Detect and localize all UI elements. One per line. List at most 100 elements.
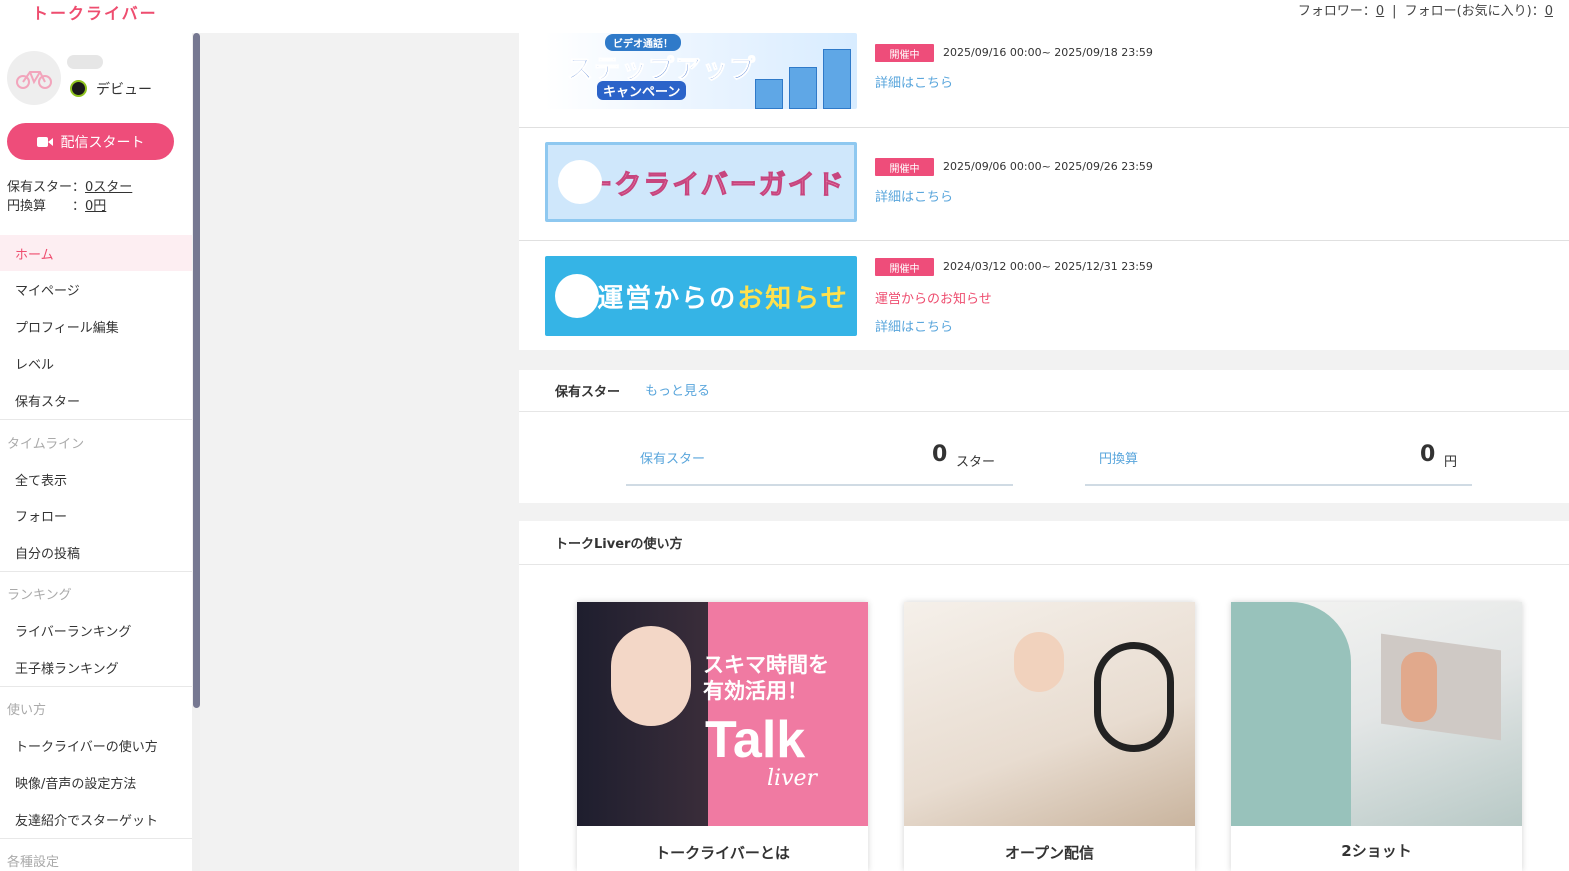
campaign-divider xyxy=(519,127,1569,128)
banner-title: 運営からのお知らせ xyxy=(597,278,849,315)
campaign-detail-link[interactable]: 詳細はこちら xyxy=(875,72,953,91)
sidebar: デビュー 配信スタート 保有スター：0スター 円換算 ：0円 ホーム マイページ… xyxy=(0,33,200,871)
howto-panel-title: トークLiverの使い方 xyxy=(555,537,683,552)
section-timeline: タイムライン xyxy=(7,437,85,452)
ring-light-photo xyxy=(1094,642,1174,752)
panel-divider xyxy=(519,411,1569,412)
username-blurred xyxy=(67,55,103,69)
sidebar-item-profile-edit[interactable]: プロフィール編集 xyxy=(15,317,119,336)
sidebar-item-stars[interactable]: 保有スター xyxy=(15,391,80,410)
card-title: 2ショット xyxy=(1341,842,1412,860)
mascot-icon xyxy=(558,160,602,204)
liver-logo-text: liver xyxy=(767,766,818,791)
talk-logo-text: Talk xyxy=(705,711,806,769)
stars-panel-title: 保有スター xyxy=(555,385,621,400)
sidebar-item-liver-ranking[interactable]: ライバーランキング xyxy=(15,621,131,640)
campaign-banner-stepup[interactable]: ビデオ通話！ ステップアップ キャンペーン xyxy=(545,33,857,109)
campaign-divider xyxy=(519,240,1569,241)
rank-label: デビュー xyxy=(96,82,152,98)
sidebar-item-prince-ranking[interactable]: 王子様ランキング xyxy=(15,658,119,677)
campaign-notice-title[interactable]: 運営からのお知らせ xyxy=(875,288,992,307)
card-title: トークライバーとは xyxy=(655,844,790,862)
sidebar-item-mypage[interactable]: マイページ xyxy=(15,280,80,299)
nav-divider xyxy=(0,571,192,572)
following-label: フォロー(お気に入り)： xyxy=(1404,4,1545,19)
status-badge: 開催中 xyxy=(875,258,934,276)
banner-subtitle: キャンペーン xyxy=(597,81,687,100)
campaign-period: 2025/09/16 00:00~ 2025/09/18 23:59 xyxy=(943,46,1153,59)
section-settings: 各種設定 xyxy=(7,855,60,870)
yen-label: 円換算 ： xyxy=(7,199,86,214)
person-photo xyxy=(1014,632,1064,692)
stars-stat-label: 保有スター xyxy=(640,452,706,467)
stars-more-link[interactable]: もっと見る xyxy=(645,380,710,399)
yen-stat-unit: 円 xyxy=(1444,455,1458,470)
stars-label: 保有スター： xyxy=(7,180,86,195)
card-image-caption-1: スキマ時間を xyxy=(703,653,829,677)
stars-stat-value: 0 xyxy=(932,442,948,467)
sidebar-item-home[interactable]: ホーム xyxy=(15,244,54,263)
sidebar-item-all[interactable]: 全て表示 xyxy=(15,470,67,489)
yen-value-link[interactable]: 0円 xyxy=(85,199,106,214)
campaign-detail-link[interactable]: 詳細はこちら xyxy=(875,186,953,205)
card-image xyxy=(904,602,1195,826)
howto-panel: トークLiverの使い方 スキマ時間を 有効活用！ Talk liver トークラ… xyxy=(519,521,1569,871)
model-photo xyxy=(611,626,691,726)
stars-panel: 保有スター もっと見る 保有スター 0 スター 円換算 0 円 xyxy=(519,370,1569,503)
campaign-banner-guide[interactable]: トークライバーガイド xyxy=(545,142,857,222)
card-image: スキマ時間を 有効活用！ Talk liver xyxy=(577,602,868,826)
sidebar-item-my-posts[interactable]: 自分の投稿 xyxy=(15,543,80,562)
sidebar-item-referral[interactable]: 友達紹介でスターゲット xyxy=(15,810,158,829)
stars-value-link[interactable]: 0スター xyxy=(85,180,132,195)
panel-divider xyxy=(519,564,1569,565)
section-ranking: ランキング xyxy=(7,588,72,603)
stars-stat-unit: スター xyxy=(956,455,996,470)
follow-separator: | xyxy=(1392,4,1397,19)
rank-icon xyxy=(70,80,87,97)
campaign-period: 2024/03/12 00:00~ 2025/12/31 23:59 xyxy=(943,260,1153,273)
card-title: オープン配信 xyxy=(1004,844,1095,862)
section-howto: 使い方 xyxy=(7,703,47,718)
nav-divider xyxy=(0,419,192,420)
yen-stat-label: 円換算 xyxy=(1099,452,1139,467)
follow-info: フォロワー：0 | フォロー(お気に入り)：0 xyxy=(1298,0,1553,19)
start-broadcast-label: 配信スタート xyxy=(60,133,145,150)
status-badge: 開催中 xyxy=(875,158,934,176)
banner-title-b: お知らせ xyxy=(737,283,849,314)
followers-count-link[interactable]: 0 xyxy=(1376,4,1384,19)
campaign-banner-notice[interactable]: 運営からのお知らせ xyxy=(545,256,857,336)
site-logo[interactable]: トークライバー xyxy=(32,0,158,24)
laptop-screen-photo xyxy=(1381,633,1501,741)
stat-underline xyxy=(1085,484,1472,486)
sidebar-item-av-settings[interactable]: 映像/音声の設定方法 xyxy=(15,773,136,792)
bar-steps-illustration xyxy=(755,49,851,109)
bicycle-icon xyxy=(16,71,52,89)
top-header: トークライバー フォロワー：0 | フォロー(お気に入り)：0 xyxy=(0,0,1569,33)
following-count-link[interactable]: 0 xyxy=(1545,4,1553,19)
sidebar-item-follow[interactable]: フォロー xyxy=(15,506,67,525)
sidebar-item-level[interactable]: レベル xyxy=(15,354,54,373)
campaign-detail-link[interactable]: 詳細はこちら xyxy=(875,316,953,335)
card-image xyxy=(1231,602,1522,826)
start-broadcast-button[interactable]: 配信スタート xyxy=(7,123,174,160)
campaign-period: 2025/09/06 00:00~ 2025/09/26 23:59 xyxy=(943,160,1153,173)
banner-title-a: 運営からの xyxy=(597,283,738,314)
sidebar-item-howto[interactable]: トークライバーの使い方 xyxy=(15,736,158,755)
mascot-megaphone-icon xyxy=(555,274,599,318)
sidebar-scrollbar[interactable] xyxy=(192,33,200,871)
scrollbar-thumb[interactable] xyxy=(193,33,200,708)
nav-divider xyxy=(0,838,192,839)
status-badge: 開催中 xyxy=(875,44,934,62)
video-camera-icon xyxy=(36,136,53,147)
howto-card-two-shot[interactable]: 2ショット xyxy=(1231,602,1522,871)
waving-hand-photo xyxy=(1401,652,1437,722)
nav-divider xyxy=(0,686,192,687)
stat-underline xyxy=(626,484,1013,486)
howto-card-about[interactable]: スキマ時間を 有効活用！ Talk liver トークライバーとは xyxy=(577,602,868,871)
stars-summary: 保有スター：0スター 円換算 ：0円 xyxy=(7,178,132,216)
howto-card-open-broadcast[interactable]: オープン配信 xyxy=(904,602,1195,871)
person-photo xyxy=(1231,602,1351,826)
card-image-caption: スキマ時間を 有効活用！ xyxy=(703,652,829,704)
avatar[interactable] xyxy=(7,51,61,105)
card-image-caption-2: 有効活用！ xyxy=(703,679,808,703)
